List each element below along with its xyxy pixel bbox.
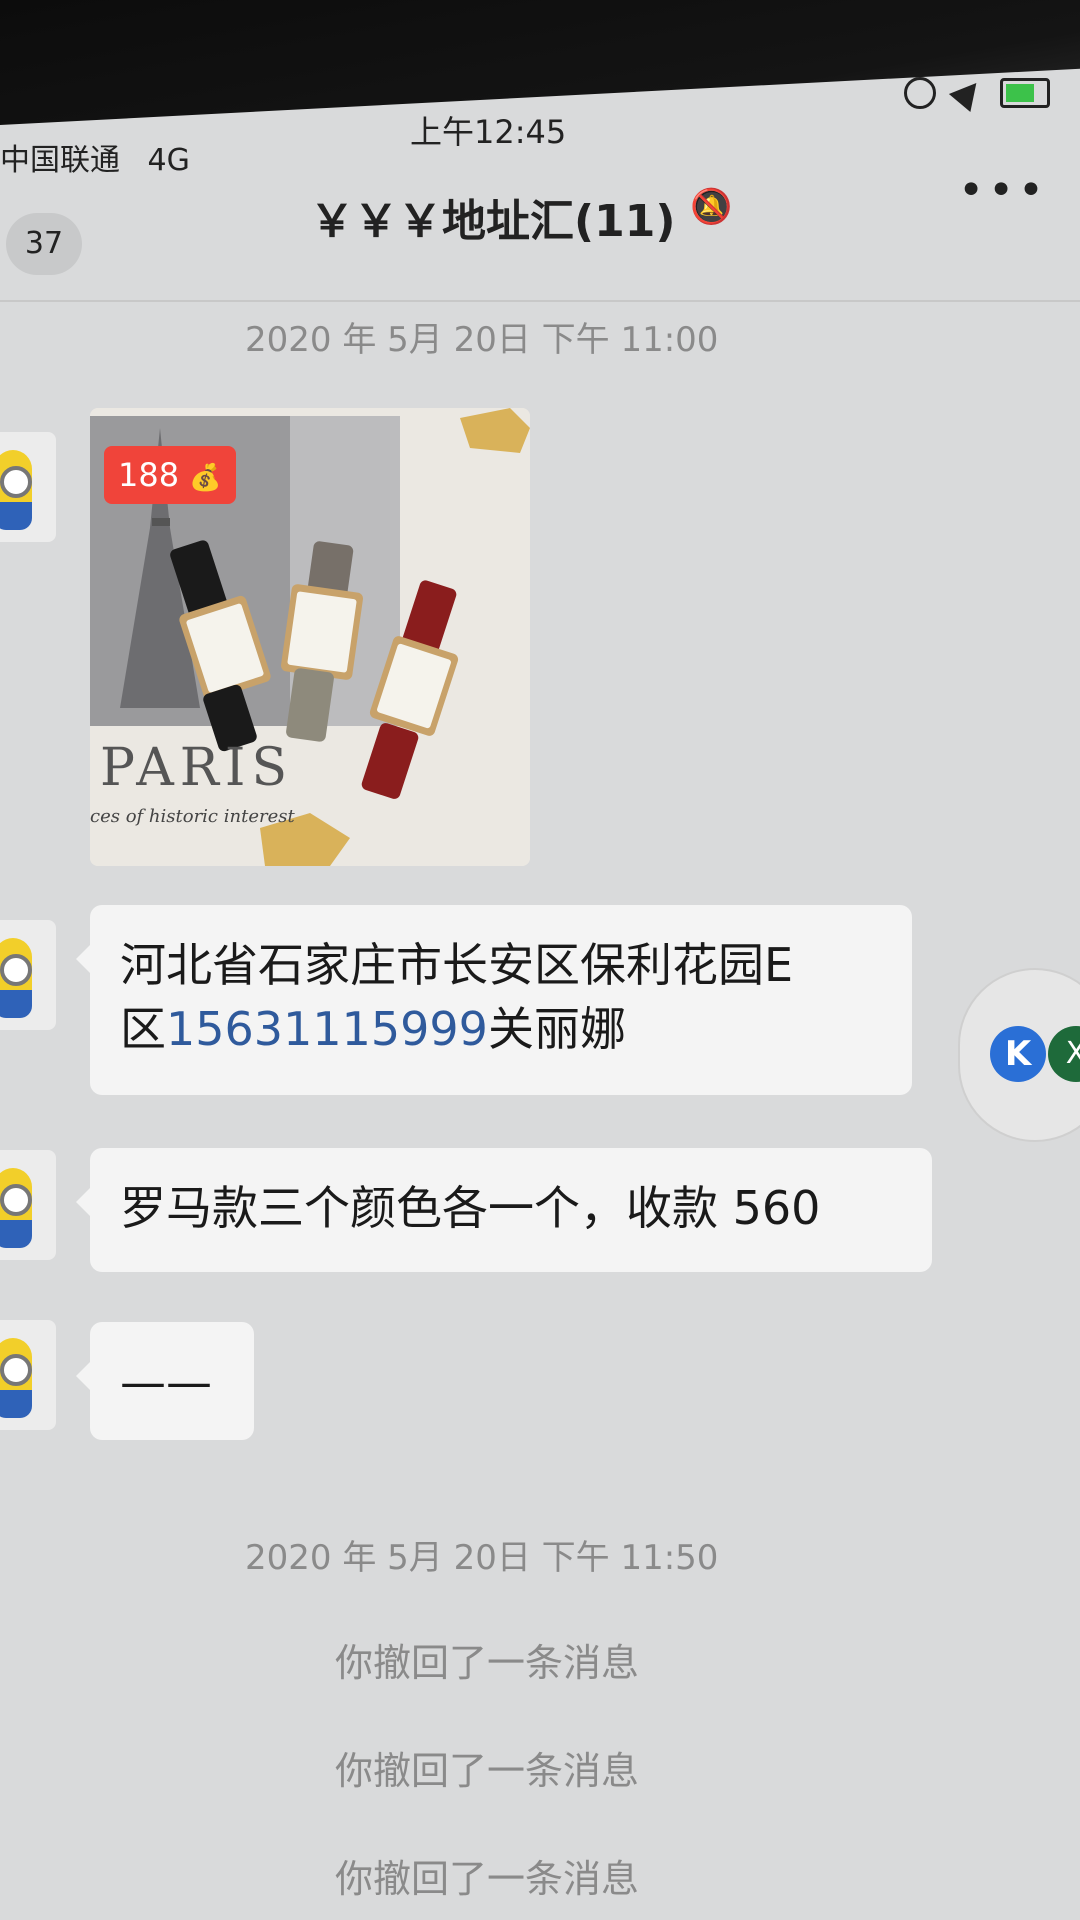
chat-title: ￥￥￥地址汇(11) [310, 196, 676, 247]
phone-number-link[interactable]: 15631115999 [166, 1002, 488, 1056]
status-bar: 中国联通 4G 上午12:45 [0, 74, 1080, 178]
image-message[interactable]: 188 💰 PARIS ces of historic interest [90, 408, 530, 866]
status-time: 上午12:45 [410, 113, 567, 151]
sender-avatar[interactable] [0, 432, 56, 542]
recall-notice: 你撤回了一条消息 [335, 1857, 640, 1901]
sender-avatar[interactable] [0, 1320, 56, 1430]
address-prefix: 区 [120, 1002, 166, 1056]
recipient-name: 关丽娜 [487, 1002, 626, 1056]
order-message-bubble[interactable]: 罗马款三个颜色各一个，收款 560 [76, 1148, 932, 1272]
avatar-goggle [0, 954, 32, 986]
money-bag-icon: 💰 [189, 463, 222, 493]
price-tag: 188 💰 [104, 446, 236, 504]
avatar-goggle [0, 466, 32, 498]
rotation-lock-icon [904, 77, 936, 109]
avatar-overall [0, 990, 32, 1018]
paris-subtext: ces of historic interest [90, 806, 295, 827]
floating-app-switcher[interactable]: K X [958, 968, 1080, 1142]
avatar-overall [0, 502, 32, 530]
avatar-goggle [0, 1354, 32, 1386]
status-icons [904, 74, 1050, 112]
nav-divider [0, 300, 1080, 302]
price-label: 188 [118, 456, 180, 494]
avatar-overall [0, 1220, 32, 1248]
address-line-2: 区15631115999关丽娜 [120, 997, 882, 1061]
paris-text: PARIS [100, 738, 294, 798]
avatar-goggle [0, 1184, 32, 1216]
sender-avatar[interactable] [0, 920, 56, 1030]
x-app-icon[interactable]: X [1048, 1026, 1080, 1082]
avatar-overall [0, 1390, 32, 1418]
k-app-icon[interactable]: K [990, 1026, 1046, 1082]
location-icon [948, 74, 988, 112]
recall-notice: 你撤回了一条消息 [335, 1749, 640, 1793]
address-line-1: 河北省石家庄市长安区保利花园E [120, 938, 794, 992]
bell-slash-icon: 🔕 [690, 187, 733, 227]
address-message-bubble[interactable]: 河北省石家庄市长安区保利花园E 区15631115999关丽娜 [76, 905, 912, 1095]
battery-icon [1000, 78, 1050, 108]
chat-nav-bar: 37 ￥￥￥地址汇(11) 🔕 ••• [0, 165, 1080, 275]
dash-message-bubble[interactable]: —— [76, 1322, 254, 1440]
message-timestamp: 2020 年 5月 20日 下午 11:50 [245, 1538, 719, 1578]
message-timestamp: 2020 年 5月 20日 下午 11:00 [245, 320, 719, 360]
sender-avatar[interactable] [0, 1150, 56, 1260]
more-icon[interactable]: ••• [958, 165, 1048, 216]
recall-notice: 你撤回了一条消息 [335, 1641, 640, 1685]
back-button-unread-count[interactable]: 37 [6, 213, 82, 275]
